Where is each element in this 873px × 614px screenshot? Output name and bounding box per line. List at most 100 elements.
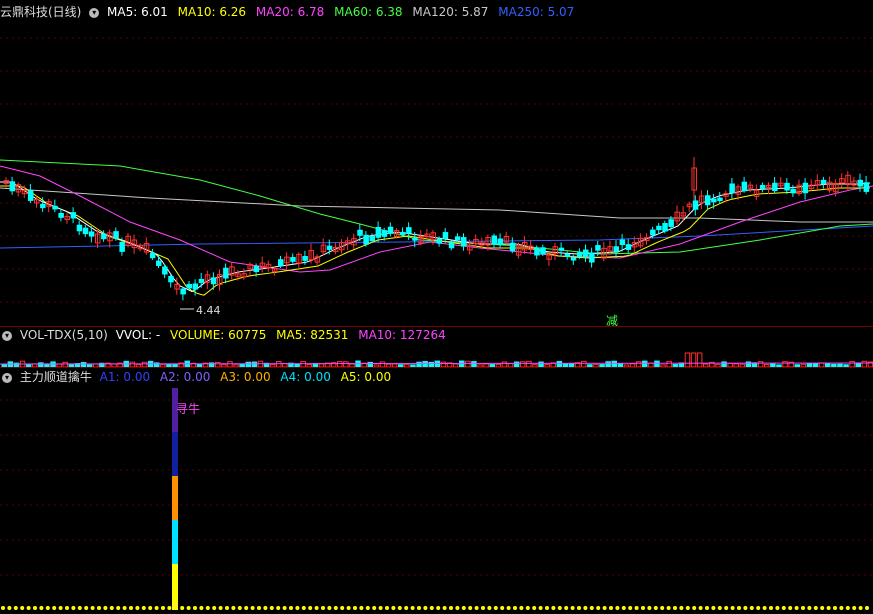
volume-settings-icon[interactable]: ▾ (2, 330, 12, 341)
candle-body (156, 260, 162, 266)
candle-body (656, 225, 662, 231)
candle-body (741, 181, 748, 192)
baseline-dot (417, 606, 421, 610)
baseline-dot (711, 606, 716, 610)
baseline-dot (679, 606, 684, 610)
baseline-dot (186, 606, 191, 610)
baseline-dot (257, 606, 261, 610)
indicator-settings-icon[interactable]: ▾ (2, 372, 12, 383)
candle-body (168, 275, 174, 283)
baseline-dot (737, 606, 741, 610)
candle-body (589, 252, 595, 263)
baseline-dot (26, 606, 31, 610)
candlestick-chart[interactable] (0, 0, 873, 326)
candle-body (302, 256, 308, 261)
signal-column-segment (172, 520, 178, 564)
baseline-dot (685, 606, 690, 610)
baseline-dot (813, 606, 818, 610)
baseline-dot (545, 606, 549, 610)
volume-value-label: VOLUME: 60775 (170, 328, 267, 342)
ma60-label: MA60: 6.38 (334, 5, 403, 19)
baseline-dot (551, 606, 556, 610)
candle-body (705, 195, 711, 206)
baseline-dot (634, 606, 639, 610)
settings-gear-icon[interactable]: ▾ (89, 7, 100, 18)
price-pane[interactable]: 云鼎科技(日线) ▾ MA5: 6.01 MA10: 6.26 MA20: 6.… (0, 0, 873, 328)
baseline-dot (436, 606, 441, 610)
candle-body (540, 247, 546, 255)
baseline-dot (756, 606, 761, 610)
candle-body (570, 257, 577, 261)
a2-label: A2: 0.00 (159, 370, 211, 384)
baseline-dot (199, 606, 204, 610)
candle-body (711, 198, 717, 203)
candle-body (759, 184, 766, 189)
baseline-dot (391, 606, 396, 610)
baseline-dot (77, 606, 82, 610)
candle-body (326, 245, 333, 250)
a4-label: A4: 0.00 (280, 370, 331, 384)
baseline-dot (218, 606, 223, 610)
volume-bar (684, 352, 691, 367)
signal-column-segment (172, 564, 178, 610)
baseline-dot (7, 606, 12, 610)
baseline-dot (314, 606, 319, 610)
baseline-dot (205, 606, 210, 610)
baseline-dot (749, 606, 754, 610)
baseline-dot (340, 606, 345, 610)
baseline-dot (20, 606, 25, 610)
candle-body (58, 212, 64, 218)
candle-body (717, 197, 723, 202)
candle-body (448, 242, 455, 249)
candle-body (400, 231, 406, 235)
baseline-dot (519, 606, 524, 610)
baseline-dot (532, 606, 537, 610)
baseline-dot (449, 606, 453, 610)
candle-body (253, 265, 260, 272)
indicator-pane[interactable]: ▾ 主力顺道擒牛 A1: 0.00 A2: 0.00 A3: 0.00 A4: … (0, 368, 873, 614)
candle-body (113, 231, 119, 239)
baseline-dot (346, 606, 351, 610)
baseline-dot (500, 606, 505, 610)
baseline-dot (193, 606, 197, 610)
candle-body (509, 242, 516, 252)
candle-body (186, 283, 192, 289)
baseline-dot (577, 606, 581, 610)
volume-pane[interactable]: ▾ VOL-TDX(5,10) VVOL: - VOLUME: 60775 MA… (0, 327, 873, 367)
candle-body (619, 239, 626, 246)
baseline-dot (385, 606, 389, 610)
baseline-dot (653, 606, 658, 610)
baseline-dot (455, 606, 460, 610)
candle-body (363, 234, 369, 245)
baseline-dot (673, 606, 677, 610)
baseline-dot (65, 606, 69, 610)
baseline-dot (378, 606, 383, 610)
baseline-dot (557, 606, 562, 610)
candle-body (375, 226, 382, 238)
candle-body (223, 267, 229, 279)
baseline-dot (570, 606, 575, 610)
baseline-dot (129, 606, 133, 610)
baseline-dot (58, 606, 63, 610)
candle-body (564, 253, 571, 257)
baseline-dot (372, 606, 377, 610)
price-legend: 云鼎科技(日线) ▾ MA5: 6.01 MA10: 6.26 MA20: 6.… (0, 4, 580, 20)
candle-body (192, 283, 199, 290)
baseline-dot (794, 606, 799, 610)
baseline-dot (833, 606, 837, 610)
baseline-dot (845, 606, 850, 610)
candle-body (625, 244, 632, 250)
candle-body (790, 188, 796, 194)
baseline-dot (564, 606, 569, 610)
baseline-dot (71, 606, 76, 610)
candle-body (802, 182, 809, 194)
candle-body (180, 288, 186, 295)
candle-body (101, 233, 107, 240)
baseline-dot (327, 606, 332, 610)
candle-body (857, 179, 863, 187)
candle-body (52, 205, 58, 210)
baseline-dot (506, 606, 511, 610)
candle-body (692, 200, 699, 210)
vol-ma10-label: MA10: 127264 (358, 328, 446, 342)
baseline-dot (225, 606, 229, 610)
